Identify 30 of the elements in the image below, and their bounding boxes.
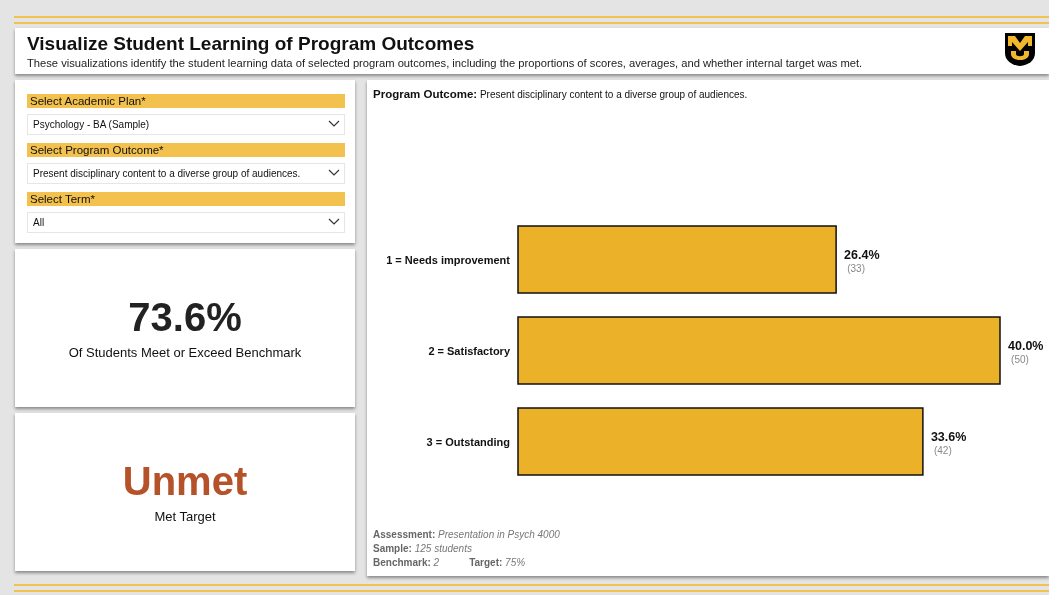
count-label: (42) bbox=[934, 445, 952, 456]
outcome-heading: Program Outcome: Present disciplinary content to a diverse group of audiences. bbox=[373, 88, 749, 100]
metric-caption: Of Students Meet or Exceed Benchmark bbox=[68, 344, 302, 360]
chevron-down-icon bbox=[328, 169, 340, 177]
assessment-note: Benchmark: 2 bbox=[373, 556, 440, 570]
dropdown-field[interactable]: Present disciplinary content to a diverse group of audiences. bbox=[27, 163, 345, 184]
dropdown-field[interactable]: All bbox=[27, 212, 345, 233]
assessment-note: Assessment: Presentation in Psych 4000 bbox=[373, 529, 560, 540]
category-label: 3 = Outstanding bbox=[426, 436, 510, 448]
chevron-down-icon bbox=[328, 120, 340, 128]
dashboard-title: Visualize Student Learning of Program Outcomes bbox=[27, 33, 476, 55]
category-label: 1 = Needs improvement bbox=[386, 254, 510, 266]
metric-caption: Met Target bbox=[154, 508, 216, 524]
filter-label: Select Academic Plan* bbox=[27, 94, 345, 108]
dashboard-description: These visualizations identify the student learning data of selected program outcomes, including the proportions of scores, averages, and whether internal target was met. bbox=[27, 57, 864, 69]
metric-value: 73.6% bbox=[128, 296, 242, 337]
filter-label: Select Program Outcome* bbox=[27, 143, 345, 157]
dropdown-field[interactable]: Psychology - BA (Sample) bbox=[27, 114, 345, 135]
count-label: (33) bbox=[847, 263, 865, 274]
category-label: 2 = Satisfactory bbox=[428, 345, 510, 357]
percent-label: 26.4% bbox=[844, 248, 880, 262]
filter-label: Select Term* bbox=[27, 192, 345, 206]
chevron-down-icon bbox=[328, 218, 340, 226]
percent-label: 33.6% bbox=[930, 430, 967, 444]
assessment-note: Sample: 125 students bbox=[373, 543, 472, 554]
assessment-note: Target: 75% bbox=[469, 556, 526, 570]
metric-value: Unmet bbox=[122, 460, 248, 501]
count-label: (50) bbox=[1011, 354, 1029, 365]
university-logo-icon bbox=[1003, 31, 1037, 67]
percent-label: 40.0% bbox=[1008, 339, 1043, 353]
